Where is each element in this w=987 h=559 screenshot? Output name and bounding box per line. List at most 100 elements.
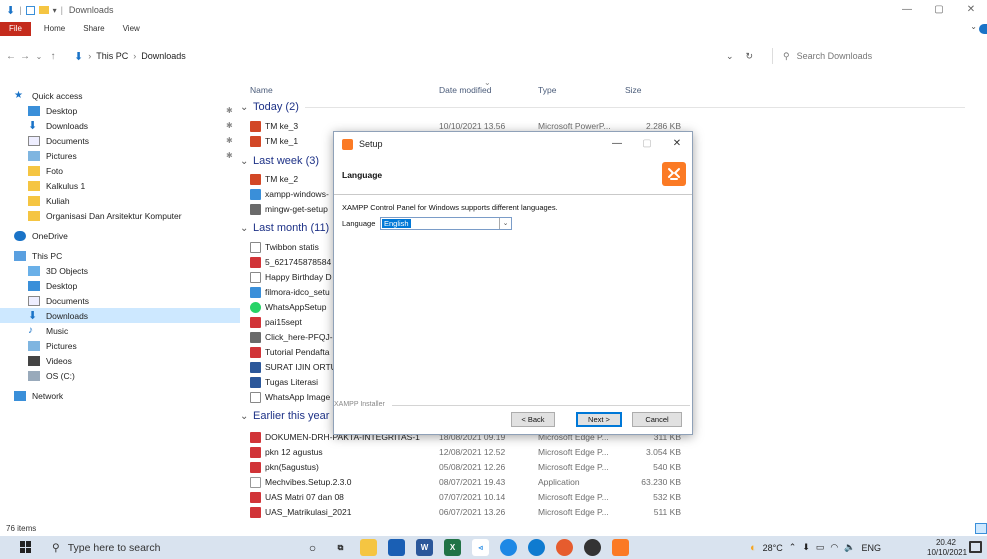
file-row[interactable]: UAS Matri 07 dan 08 07/07/2021 10.14 Mic… (240, 490, 987, 505)
tab-share[interactable]: Share (74, 22, 113, 36)
tab-home[interactable]: Home (35, 22, 74, 36)
dialog-maximize-button: ▢ (642, 138, 652, 149)
nav-kuliah[interactable]: Kuliah (0, 193, 240, 208)
group-today[interactable]: ⌄ Today (2) (240, 99, 965, 115)
pdf-icon (250, 492, 261, 503)
tab-view[interactable]: View (114, 22, 149, 36)
file-row[interactable]: pkn 12 agustus 12/08/2021 12.52 Microsof… (240, 445, 987, 460)
chevron-up-icon[interactable]: ⌃ (789, 542, 797, 553)
nav-downloads[interactable]: ⬇ Downloads ✱ (0, 118, 240, 133)
volume-icon[interactable]: 🔈 (844, 542, 855, 553)
excel-icon[interactable]: X (444, 539, 461, 556)
nav-this-pc[interactable]: This PC (0, 248, 240, 263)
network-icon (14, 390, 26, 401)
language-indicator[interactable]: ENG (861, 543, 881, 553)
details-view-icon[interactable] (975, 523, 987, 534)
nav-pc-pictures[interactable]: Pictures (0, 338, 240, 353)
forward-icon[interactable]: → (18, 51, 32, 62)
file-row[interactable]: UAS_Matrikulasi_2021 06/07/2021 13.26 Mi… (240, 505, 987, 520)
edge-icon[interactable] (528, 539, 545, 556)
close-button[interactable]: ✕ (955, 0, 987, 20)
folder-icon (28, 195, 40, 206)
folder-icon[interactable] (38, 6, 49, 14)
weather-temp[interactable]: 28°C (763, 543, 783, 553)
folder-icon (28, 180, 40, 191)
file-explorer-icon[interactable] (360, 539, 377, 556)
minimize-button[interactable]: — (891, 0, 923, 20)
vscode-icon[interactable]: ◃ (472, 539, 489, 556)
chrome-icon[interactable] (500, 539, 517, 556)
search-input[interactable]: ⚲ Search Downloads (772, 48, 982, 64)
nav-3d-objects[interactable]: 3D Objects (0, 263, 240, 278)
pin-icon[interactable]: ✱ (226, 106, 233, 115)
down-arrow-icon[interactable]: ⬇ (6, 4, 15, 17)
bluetooth-icon[interactable]: ⬇ (802, 542, 810, 553)
nav-documents[interactable]: Documents ✱ (0, 133, 240, 148)
nav-kalkulus[interactable]: Kalkulus 1 (0, 178, 240, 193)
group-last-month[interactable]: ⌄ Last month (11) (240, 220, 329, 236)
breadcrumb-this-pc[interactable]: This PC (96, 51, 128, 61)
pin-icon[interactable]: ✱ (226, 121, 233, 130)
download-icon: ⬇ (28, 309, 38, 322)
dialog-close-button[interactable]: ✕ (662, 132, 692, 156)
column-size[interactable]: Size (625, 80, 642, 100)
word-icon[interactable]: W (416, 539, 433, 556)
nav-pc-desktop[interactable]: Desktop (0, 278, 240, 293)
task-view-icon[interactable]: ⧉ (332, 539, 349, 556)
pin-icon[interactable]: ✱ (226, 151, 233, 160)
file-row[interactable]: Mechvibes.Setup.2.3.0 08/07/2021 19.43 A… (240, 475, 987, 490)
nav-pc-downloads[interactable]: ⬇ Downloads (0, 308, 240, 323)
breadcrumb[interactable]: ⬇ › This PC › Downloads (74, 46, 186, 66)
next-button[interactable]: Next > (576, 412, 622, 427)
pdf-icon (250, 347, 261, 358)
column-type[interactable]: Type (538, 80, 556, 100)
column-date[interactable]: Date modified (439, 80, 491, 100)
wifi-icon[interactable]: ◠ (830, 542, 838, 553)
notification-icon[interactable] (969, 541, 982, 553)
checkbox-icon[interactable] (25, 5, 35, 15)
ribbon-expand-icon[interactable]: ⌄ (970, 22, 977, 31)
taskbar-search[interactable]: ⚲ Type here to search (52, 536, 161, 559)
photos-icon[interactable] (388, 539, 405, 556)
tab-file[interactable]: File (0, 22, 31, 36)
nav-music[interactable]: ♪ Music (0, 323, 240, 338)
help-icon[interactable] (979, 24, 987, 34)
dropdown-icon[interactable]: ▾ (53, 6, 57, 15)
nav-foto[interactable]: Foto (0, 163, 240, 178)
file-row[interactable]: pkn(5agustus) 05/08/2021 12.26 Microsoft… (240, 460, 987, 475)
back-button[interactable]: < Back (511, 412, 555, 427)
cortana-icon[interactable]: ○ (304, 539, 321, 556)
cancel-button[interactable]: Cancel (632, 412, 682, 427)
group-earlier-this-year[interactable]: ⌄ Earlier this year (240, 408, 329, 424)
recent-locations-icon[interactable]: ⌄ (32, 52, 46, 61)
group-last-week[interactable]: ⌄ Last week (3) (240, 153, 319, 169)
nav-pictures[interactable]: Pictures ✱ (0, 148, 240, 163)
nav-network[interactable]: Network (0, 388, 240, 403)
nav-onedrive[interactable]: OneDrive (0, 228, 240, 243)
up-icon[interactable]: ↑ (46, 51, 60, 62)
breadcrumb-downloads[interactable]: Downloads (141, 51, 186, 61)
app-badge-icon[interactable] (556, 539, 573, 556)
maximize-button[interactable]: ▢ (923, 0, 955, 20)
start-button[interactable] (20, 541, 32, 553)
refresh-icon[interactable]: ↻ (746, 46, 754, 66)
dialog-minimize-button[interactable]: — (602, 132, 632, 156)
back-icon[interactable]: ← (4, 51, 18, 62)
nav-os-c[interactable]: OS (C:) (0, 368, 240, 383)
app-icon[interactable] (584, 539, 601, 556)
weather-icon: ◐ (750, 541, 757, 554)
nav-quick-access[interactable]: ★ Quick access (0, 88, 240, 103)
nav-desktop[interactable]: Desktop ✱ (0, 103, 240, 118)
installer-icon (250, 287, 261, 298)
xampp-taskbar-icon[interactable] (612, 539, 629, 556)
clock[interactable]: 20.42 10/10/2021 (927, 538, 967, 558)
address-dropdown-icon[interactable]: ⌄ (726, 46, 734, 66)
language-select[interactable]: English ⌄ (380, 217, 512, 230)
column-name[interactable]: Name (250, 80, 273, 100)
pin-icon[interactable]: ✱ (226, 136, 233, 145)
nav-pc-documents[interactable]: Documents (0, 293, 240, 308)
chevron-down-icon[interactable]: ⌄ (499, 218, 511, 229)
battery-icon[interactable]: ▭ (816, 542, 825, 553)
nav-videos[interactable]: Videos (0, 353, 240, 368)
nav-organisasi[interactable]: Organisasi Dan Arsitektur Komputer (0, 208, 240, 223)
